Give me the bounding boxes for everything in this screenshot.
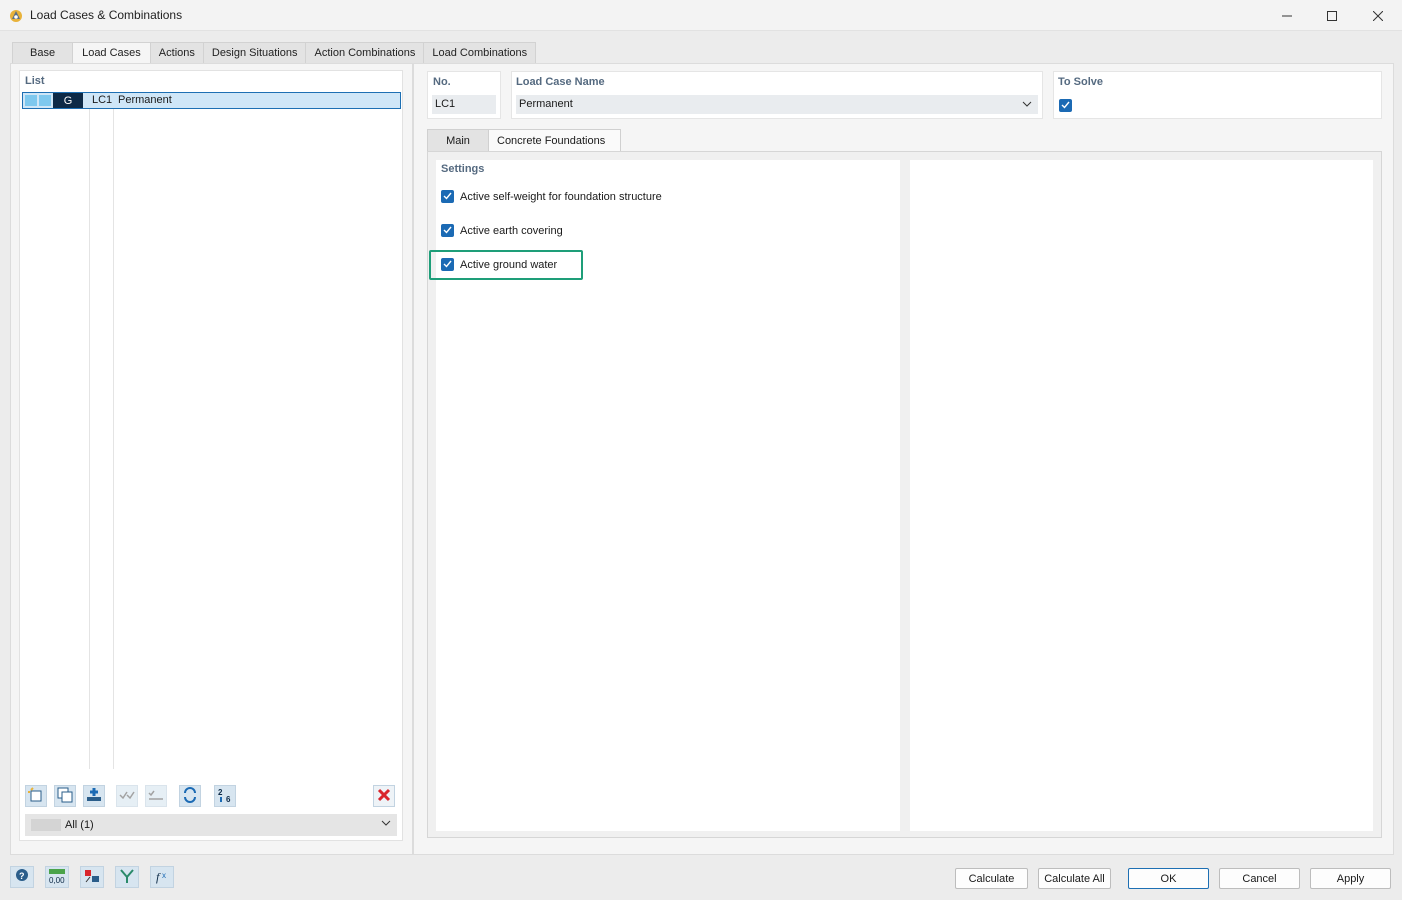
help-icon: ?: [14, 868, 30, 887]
preview-panel: [910, 160, 1373, 831]
action-type-badge: G: [53, 93, 83, 108]
filter-select[interactable]: All (1): [25, 814, 397, 836]
filter-icon: [119, 868, 135, 887]
to-solve-group: To Solve: [1053, 71, 1382, 119]
number-field-group: No. LC1: [427, 71, 501, 119]
tab-main[interactable]: Main: [427, 129, 489, 152]
color-swatch: [39, 95, 51, 106]
sort-icon: 26: [217, 787, 233, 806]
column-divider: [113, 109, 114, 769]
copy-button[interactable]: [54, 785, 76, 807]
column-divider: [89, 109, 90, 769]
svg-text:?: ?: [19, 871, 25, 881]
load-case-name-select[interactable]: Permanent: [516, 95, 1038, 114]
sort-button[interactable]: 26: [214, 785, 236, 807]
new-button[interactable]: [25, 785, 47, 807]
list-label: List: [25, 75, 45, 87]
app-icon: [9, 8, 24, 23]
formula-button[interactable]: fx: [150, 866, 174, 888]
units-icon: 0,00: [48, 868, 66, 887]
option-earth-covering[interactable]: Active earth covering: [441, 224, 563, 237]
load-case-id: LC1: [92, 94, 113, 106]
delete-button[interactable]: [373, 785, 395, 807]
display-icon: [84, 868, 100, 887]
close-button[interactable]: [1355, 0, 1401, 31]
highlight-frame: [429, 250, 583, 280]
chevron-down-icon: [381, 818, 391, 831]
to-solve-label: To Solve: [1058, 76, 1104, 88]
svg-text:f: f: [156, 870, 161, 884]
insert-button[interactable]: [83, 785, 105, 807]
load-case-name-group: Load Case Name Permanent: [511, 71, 1043, 119]
load-case-name: Permanent: [118, 94, 172, 106]
tab-actions[interactable]: Actions: [149, 42, 203, 64]
renumber-icon: [182, 786, 198, 806]
earth-covering-label: Active earth covering: [460, 224, 563, 237]
uncheck-all-icon: [148, 787, 164, 806]
checkmark-icon: [1061, 100, 1070, 112]
calculate-all-button[interactable]: Calculate All: [1038, 868, 1111, 889]
new-icon: [28, 786, 44, 806]
self-weight-checkbox[interactable]: [441, 190, 454, 203]
tab-design-situations[interactable]: Design Situations: [202, 42, 306, 64]
filter-value: All (1): [65, 819, 94, 831]
copy-icon: [57, 787, 73, 806]
units-button[interactable]: 0,00: [45, 866, 69, 888]
check-all-button[interactable]: [116, 785, 138, 807]
tab-load-combinations[interactable]: Load Combinations: [423, 42, 537, 64]
load-case-name-label: Load Case Name: [516, 76, 605, 88]
svg-text:0,00: 0,00: [49, 876, 65, 884]
to-solve-checkbox[interactable]: [1059, 99, 1072, 112]
window-title: Load Cases & Combinations: [30, 8, 183, 22]
number-field[interactable]: LC1: [432, 95, 496, 114]
settings-label: Settings: [441, 163, 485, 175]
tab-base[interactable]: Base: [12, 42, 73, 64]
chevron-down-icon: [1022, 99, 1032, 112]
option-self-weight[interactable]: Active self-weight for foundation struct…: [441, 190, 662, 203]
svg-text:6: 6: [226, 795, 231, 803]
checkmark-icon: [443, 191, 452, 203]
formula-icon: fx: [154, 868, 170, 887]
earth-covering-checkbox[interactable]: [441, 224, 454, 237]
tab-action-combinations[interactable]: Action Combinations: [305, 42, 424, 64]
apply-button[interactable]: Apply: [1310, 868, 1391, 889]
load-case-name-value: Permanent: [519, 98, 573, 110]
list-panel: List G LC1 Permanent 26 All (1): [19, 70, 403, 841]
panel-splitter[interactable]: [412, 63, 414, 855]
filter-swatch: [31, 819, 61, 831]
delete-icon: [377, 788, 391, 805]
tab-concrete-foundations[interactable]: Concrete Foundations: [488, 129, 621, 152]
svg-text:2: 2: [218, 788, 223, 797]
renumber-button[interactable]: [179, 785, 201, 807]
checkmark-icon: [443, 225, 452, 237]
filter-button[interactable]: [115, 866, 139, 888]
uncheck-all-button[interactable]: [145, 785, 167, 807]
color-swatch: [25, 95, 37, 106]
number-label: No.: [433, 76, 451, 88]
list-item[interactable]: G LC1 Permanent: [22, 92, 401, 109]
display-button[interactable]: [80, 866, 104, 888]
check-all-icon: [119, 787, 135, 806]
svg-text:x: x: [162, 871, 166, 880]
tab-load-cases[interactable]: Load Cases: [72, 42, 150, 64]
help-button[interactable]: ?: [10, 866, 34, 888]
insert-icon: [86, 787, 102, 806]
self-weight-label: Active self-weight for foundation struct…: [460, 190, 662, 203]
calculate-button[interactable]: Calculate: [955, 868, 1028, 889]
maximize-button[interactable]: [1309, 0, 1355, 31]
main-tabs: Base Load Cases Actions Design Situation…: [12, 42, 537, 64]
ok-button[interactable]: OK: [1128, 868, 1209, 889]
cancel-button[interactable]: Cancel: [1219, 868, 1300, 889]
title-bar: Load Cases & Combinations: [0, 0, 1402, 31]
minimize-button[interactable]: [1264, 0, 1310, 31]
